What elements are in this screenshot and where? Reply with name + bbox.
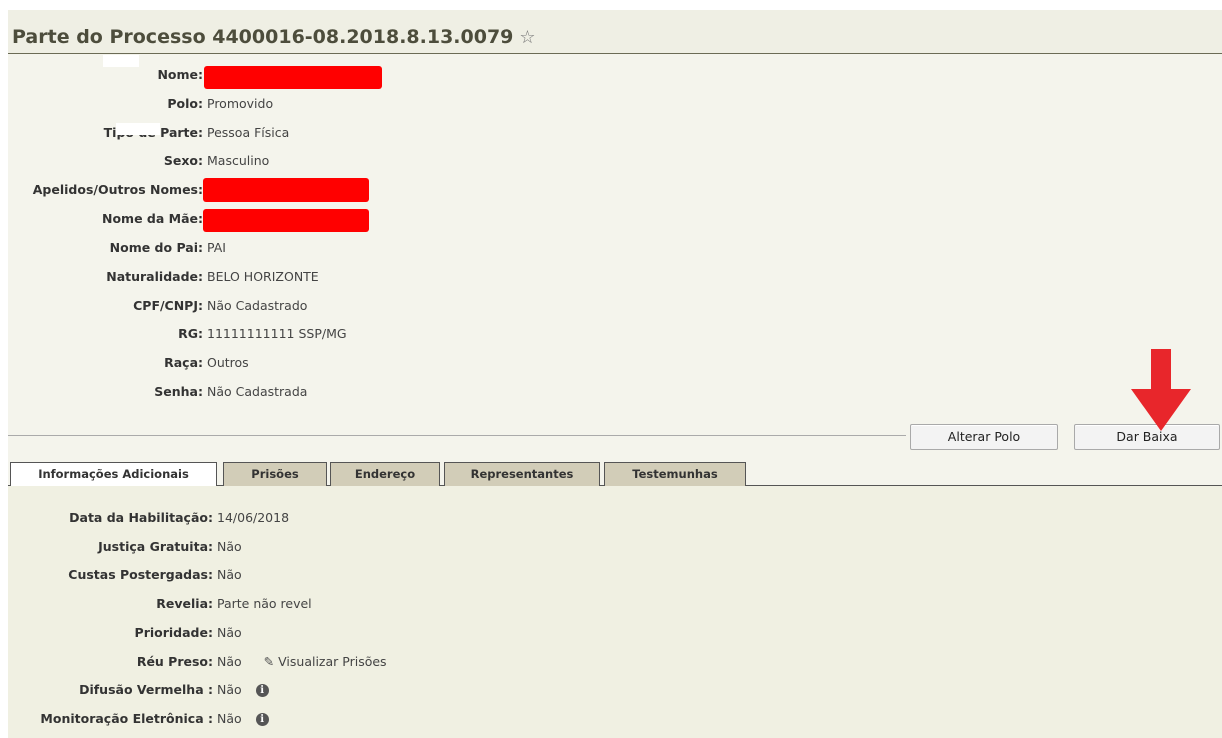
down-arrow-icon xyxy=(1131,349,1191,431)
field-value: 14/06/2018 xyxy=(217,510,290,525)
add-row-habilitacao: Data da Habilitação: 14/06/2018 xyxy=(8,508,1008,528)
field-row-senha: Senha: Não Cadastrada xyxy=(8,382,1008,402)
redaction-box xyxy=(203,209,369,232)
field-label: Revelia: xyxy=(156,596,213,611)
field-label: Difusão Vermelha : xyxy=(79,682,213,697)
add-row-revelia: Revelia: Parte não revel xyxy=(8,594,1008,614)
field-label: Monitoração Eletrônica : xyxy=(40,711,213,726)
tab-prisoes[interactable]: Prisões xyxy=(223,462,327,486)
field-label: Data da Habilitação: xyxy=(69,510,213,525)
field-value-group: Não i xyxy=(217,709,269,729)
field-row-polo: Polo: Promovido xyxy=(8,94,1008,114)
white-patch xyxy=(116,123,160,135)
field-value: Não Cadastrado xyxy=(207,298,308,313)
page-title-text: Parte do Processo 4400016-08.2018.8.13.0… xyxy=(12,26,514,48)
pencil-icon[interactable]: ✎ xyxy=(264,654,274,669)
field-value: PAI xyxy=(207,240,226,255)
add-row-prioridade: Prioridade: Não xyxy=(8,623,1008,643)
add-row-justica: Justiça Gratuita: Não xyxy=(8,537,1008,557)
field-row-cpf: CPF/CNPJ: Não Cadastrado xyxy=(8,296,1008,316)
field-label: Naturalidade: xyxy=(106,269,203,284)
divider xyxy=(8,435,906,436)
field-label: Nome: xyxy=(157,67,203,82)
field-value: Parte não revel xyxy=(217,596,312,611)
tab-testemunhas[interactable]: Testemunhas xyxy=(604,462,746,486)
add-row-difusao: Difusão Vermelha : Não i xyxy=(8,680,1008,700)
field-label: Raça: xyxy=(164,355,203,370)
field-label: Nome da Mãe: xyxy=(102,211,203,226)
tab-endereco[interactable]: Endereço xyxy=(330,462,440,486)
field-value: Não xyxy=(217,539,242,554)
field-value: Outros xyxy=(207,355,249,370)
field-value: Pessoa Física xyxy=(207,125,290,140)
field-label: RG: xyxy=(178,326,203,341)
info-icon[interactable]: i xyxy=(255,684,269,697)
white-patch xyxy=(103,55,139,67)
field-label: Réu Preso: xyxy=(136,654,213,669)
field-row-naturalidade: Naturalidade: BELO HORIZONTE xyxy=(8,267,1008,287)
add-row-custas: Custas Postergadas: Não xyxy=(8,565,1008,585)
tab-informacoes-adicionais[interactable]: Informações Adicionais xyxy=(10,462,217,487)
star-outline-icon[interactable]: ☆ xyxy=(519,27,535,48)
alterar-polo-button[interactable]: Alterar Polo xyxy=(910,424,1058,450)
field-value: Não Cadastrada xyxy=(207,384,308,399)
field-label: CPF/CNPJ: xyxy=(133,298,203,313)
field-value: Não xyxy=(217,654,242,669)
field-label: Justiça Gratuita: xyxy=(98,539,213,554)
redaction-box xyxy=(204,66,382,89)
field-label: Sexo: xyxy=(163,153,203,168)
tab-representantes[interactable]: Representantes xyxy=(444,462,600,486)
field-value: Não xyxy=(217,682,242,697)
field-value: Não xyxy=(217,625,242,640)
redaction-box xyxy=(203,178,369,202)
field-label: Apelidos/Outros Nomes: xyxy=(32,182,203,197)
info-icon[interactable]: i xyxy=(255,713,269,726)
field-value: Não xyxy=(217,567,242,582)
add-row-monitoracao: Monitoração Eletrônica : Não i xyxy=(8,709,1008,729)
field-label: Custas Postergadas: xyxy=(68,567,213,582)
field-value-group: Não ✎ Visualizar Prisões xyxy=(217,652,387,672)
field-row-nome-pai: Nome do Pai: PAI xyxy=(8,238,1008,258)
field-row-sexo: Sexo: Masculino xyxy=(8,151,1008,171)
field-label: Nome do Pai: xyxy=(109,240,203,255)
field-value: Masculino xyxy=(207,153,270,168)
page-title: Parte do Processo 4400016-08.2018.8.13.0… xyxy=(12,26,536,48)
field-value: Não xyxy=(217,711,242,726)
visualizar-prisoes-link[interactable]: Visualizar Prisões xyxy=(278,654,386,669)
field-row-nome: Nome: xyxy=(8,65,1008,85)
field-label: Polo: xyxy=(167,96,203,111)
field-value: Promovido xyxy=(207,96,274,111)
title-bar: Parte do Processo 4400016-08.2018.8.13.0… xyxy=(8,10,1222,54)
field-row-nome-mae: Nome da Mãe: xyxy=(8,209,1008,229)
field-value: BELO HORIZONTE xyxy=(207,269,319,284)
field-row-apelidos: Apelidos/Outros Nomes: xyxy=(8,180,1008,200)
field-row-raca: Raça: Outros xyxy=(8,353,1008,373)
field-label: Prioridade: xyxy=(134,625,213,640)
add-row-reu-preso: Réu Preso: Não ✎ Visualizar Prisões xyxy=(8,652,1008,672)
page: Parte do Processo 4400016-08.2018.8.13.0… xyxy=(8,10,1222,738)
field-value: 11111111111 SSP/MG xyxy=(207,326,347,341)
field-row-rg: RG: 11111111111 SSP/MG xyxy=(8,324,1008,344)
field-label: Senha: xyxy=(154,384,203,399)
field-value-group: Não i xyxy=(217,680,269,700)
